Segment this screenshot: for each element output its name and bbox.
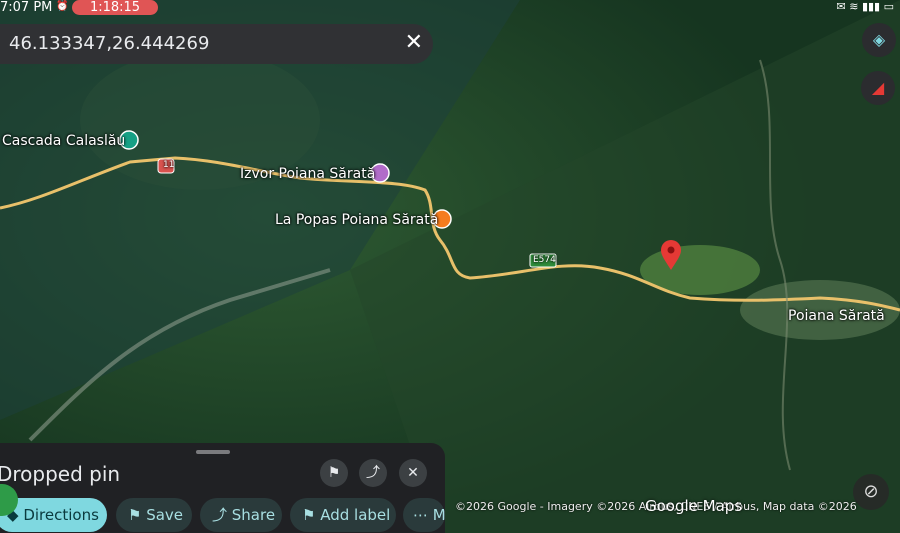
status-bar: 7:07 PM ⏰ 1:18:15 ✉ ≋ ▮▮▮ ▭ <box>0 0 900 16</box>
search-bar[interactable]: 46.133347,26.444269 ✕ <box>0 24 433 64</box>
bookmark-icon[interactable]: ⚑ <box>320 459 348 487</box>
more-icon: ⋯ <box>413 506 433 524</box>
add-label-button[interactable]: ⚑ Add label <box>290 498 396 532</box>
waterfall-label[interactable]: Cascada Calaslău <box>2 133 125 149</box>
place-title: Dropped pin <box>0 462 121 486</box>
drag-handle[interactable] <box>196 450 230 454</box>
my-location-icon[interactable]: ⊘ <box>853 474 889 510</box>
layers-icon[interactable]: ◈ <box>862 23 896 57</box>
status-timer-pill[interactable]: 1:18:15 <box>72 0 158 15</box>
save-button[interactable]: ⚑ Save <box>116 498 192 532</box>
village-label: Poiana Sărată <box>788 308 885 324</box>
restaurant-label[interactable]: La Popas Poiana Sărată <box>275 212 438 228</box>
close-icon[interactable]: ✕ <box>399 459 427 487</box>
search-query[interactable]: 46.133347,26.444269 <box>9 33 209 54</box>
share-icon: ⤴ <box>212 506 232 524</box>
share-button[interactable]: ⤴ Share <box>200 498 282 532</box>
share-icon[interactable]: ⤴ <box>359 459 387 487</box>
google-maps-logo: Google Maps <box>645 497 743 515</box>
status-icons: ✉ ≋ ▮▮▮ ▭ <box>836 0 894 13</box>
bookmark-icon: ⚑ <box>128 506 147 524</box>
e574-label: E574 <box>533 255 556 265</box>
spring-label[interactable]: Izvor Poiana Sărată <box>240 166 375 182</box>
close-icon[interactable]: ✕ <box>405 30 423 55</box>
status-time: 7:07 PM <box>0 0 53 15</box>
compass-icon[interactable]: ◢ <box>861 71 895 105</box>
flag-icon: ⚑ <box>302 506 321 524</box>
route-shield-label: 11 <box>163 160 175 170</box>
bottom-sheet[interactable]: Dropped pin ⚑ ⤴ ✕ ◆ Directions ⚑ Save ⤴ … <box>0 443 445 533</box>
alarm-icon: ⏰ <box>56 1 69 12</box>
more-button[interactable]: ⋯ M <box>403 498 445 532</box>
